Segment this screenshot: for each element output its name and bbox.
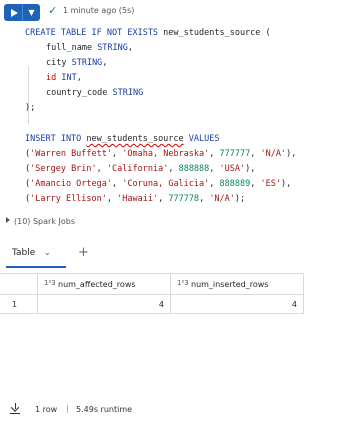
column-header-label: num_affected_rows (58, 280, 136, 289)
code-line-4: id INT, (46, 73, 82, 83)
download-icon-base (10, 413, 20, 414)
spark-jobs-label: (10) Spark Jobs (14, 217, 75, 226)
table-cell[interactable]: 4 (171, 295, 304, 314)
code-line-1: CREATE TABLE IF NOT EXISTS new_students_… (25, 28, 271, 38)
footer-separator: | (66, 404, 69, 413)
play-icon[interactable] (4, 4, 22, 21)
code-line-9: ('Warren Buffett', 'Omaha, Nebraska', 77… (25, 149, 297, 159)
active-tab-indicator (6, 266, 66, 268)
integer-type-icon: 1²3 (44, 279, 56, 287)
table-cell[interactable]: 4 (38, 295, 171, 314)
code-line-8: INSERT INTO new_students_source VALUES (25, 134, 220, 144)
add-tab-button[interactable]: + (78, 245, 89, 260)
code-line-12: ('Larry Ellison', 'Hawaii', 777778, 'N/A… (25, 194, 246, 204)
run-status: 1 minute ago (5s) (63, 6, 135, 15)
result-tabs: Table ⌄ + (0, 242, 340, 270)
column-header[interactable]: 1²3 num_inserted_rows (171, 273, 304, 295)
runtime: 5.49s runtime (76, 405, 133, 414)
code-line-11: ('Amancio Ortega', 'Coruna, Galicia', 88… (25, 179, 292, 189)
run-button[interactable]: ▼ (4, 4, 40, 21)
integer-type-icon: 1²3 (177, 279, 189, 287)
cell-value: 4 (158, 300, 164, 309)
row-number: 1 (12, 300, 18, 309)
result-footer: 1 row | 5.49s runtime (0, 400, 340, 420)
row-count: 1 row (35, 405, 58, 414)
download-icon[interactable] (11, 403, 20, 413)
indent-guide (28, 66, 29, 124)
cell-value: 4 (291, 300, 297, 309)
check-icon: ✓ (48, 4, 58, 17)
column-header[interactable]: 1²3 num_affected_rows (38, 273, 171, 295)
code-line-2: full_name STRING, (46, 43, 134, 53)
row-number-cell: 1 (0, 295, 38, 314)
code-line-5: country_code STRING (46, 88, 144, 98)
row-number-header (0, 273, 38, 295)
spark-jobs-toggle[interactable]: (10) Spark Jobs (6, 217, 75, 226)
code-line-10: ('Sergey Brin', 'California', 888888, 'U… (25, 164, 256, 174)
code-line-3: city STRING, (46, 58, 108, 68)
chevron-down-icon[interactable]: ▼ (23, 4, 40, 21)
cell-toolbar: ▼ ✓ 1 minute ago (5s) (0, 0, 340, 24)
chevron-down-icon[interactable]: ⌄ (44, 248, 51, 257)
tab-table[interactable]: Table (12, 248, 35, 258)
column-header-label: num_inserted_rows (191, 280, 269, 289)
expand-triangle-icon (6, 217, 10, 223)
code-line-6: ); (25, 103, 36, 113)
